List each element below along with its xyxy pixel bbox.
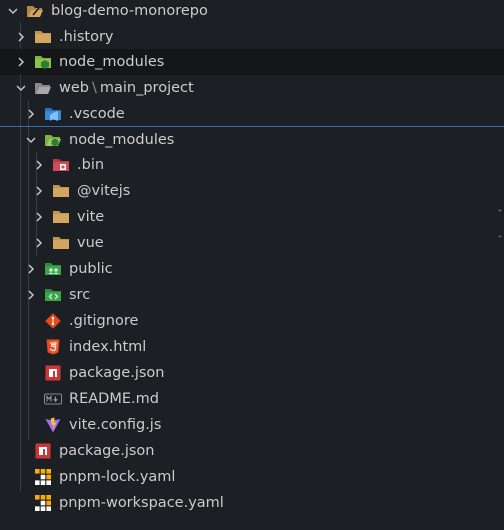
chevron-down-icon[interactable] [24,133,38,147]
chevron-right-icon[interactable] [14,55,28,69]
chevron-right-icon[interactable] [32,236,46,250]
folder-icon [34,28,52,46]
tree-item-package-json-web[interactable]: package.json [0,360,504,386]
tree-item-vscode[interactable]: .vscode [0,101,504,127]
tree-item-label: blog-demo-monorepo [51,3,208,19]
folder-icon [52,234,70,252]
tree-item-bin[interactable]: .bin [0,152,504,178]
pnpm-icon [34,494,52,512]
scroll-marker: ˇ [497,208,503,221]
tree-item-label: package.json [59,443,155,459]
tree-item-index-html[interactable]: index.html [0,334,504,360]
chevron-right-icon[interactable] [24,262,38,276]
tree-item-label: node_modules [59,54,165,70]
html5-icon [44,338,62,356]
tree-item-label: pnpm-lock.yaml [59,469,176,485]
chevron-right-icon[interactable] [32,158,46,172]
tree-root-blog-demo-monorepo[interactable]: blog-demo-monorepo [0,0,504,24]
chevron-down-icon[interactable] [6,4,20,18]
tree-item-vue[interactable]: vue [0,230,504,256]
bin-folder-icon [52,156,70,174]
vscode-folder-icon [44,105,62,123]
tree-item-public[interactable]: public [0,256,504,282]
vite-icon [44,416,62,434]
folder-open-icon [34,79,52,97]
tree-item-vite[interactable]: vite [0,204,504,230]
git-icon [44,312,62,330]
tree-item-label: src [69,287,91,303]
chevron-right-icon[interactable] [24,107,38,121]
npm-icon [34,442,52,460]
tree-item-label: vite.config.js [69,417,162,433]
tree-item-label: web [59,80,89,96]
tree-item-label: vue [77,235,104,251]
tree-item-label: index.html [69,339,147,355]
node-modules-open-icon [44,131,62,149]
tree-item-vite-config[interactable]: vite.config.js [0,412,504,438]
tree-item-package-json-root[interactable]: package.json [0,438,504,464]
chevron-down-icon[interactable] [14,81,28,95]
tree-item-readme[interactable]: README.md [0,386,504,412]
folder-icon [52,182,70,200]
tree-item-gitignore[interactable]: .gitignore [0,308,504,334]
chevron-right-icon[interactable] [14,30,28,44]
tree-item-vitejs[interactable]: @vitejs [0,178,504,204]
tree-item-label: .vscode [69,106,125,122]
chevron-right-icon[interactable] [24,288,38,302]
tree-item-label: package.json [69,365,165,381]
node-modules-folder-icon [34,53,52,71]
pnpm-icon [34,468,52,486]
tree-item-pnpm-lock[interactable]: pnpm-lock.yaml [0,464,504,490]
tree-item-src[interactable]: src [0,282,504,308]
tree-item-label: node_modules [69,131,175,148]
chevron-right-icon[interactable] [32,210,46,224]
tree-item-label: .bin [77,157,105,173]
tree-item-pnpm-workspace[interactable]: pnpm-workspace.yaml [0,490,504,516]
tree-item-label: .gitignore [69,313,139,329]
markdown-icon [44,390,62,408]
folder-open-icon [26,2,44,20]
src-folder-icon [44,286,62,304]
path-separator: \ [91,80,97,96]
npm-icon [44,364,62,382]
tree-item-web-main-project[interactable]: web \ main_project [0,75,504,101]
scroll-marker: ˇ [497,234,503,247]
tree-item-label: README.md [69,391,159,407]
tree-item-label: pnpm-workspace.yaml [59,495,224,511]
tree-item-label: vite [77,209,105,225]
tree-item-node-modules[interactable]: node_modules [0,49,504,75]
tree-item-label: .history [59,29,114,45]
file-explorer: blog-demo-monorepo .history node_modules… [0,0,504,530]
tree-item-label: public [69,261,113,277]
chevron-right-icon[interactable] [32,184,46,198]
tree-item-label-compact: main_project [99,80,194,96]
public-folder-icon [44,260,62,278]
tree-item-node-modules-web[interactable]: node_modules [0,126,504,152]
tree-item-history[interactable]: .history [0,24,504,50]
tree-item-label: @vitejs [77,183,131,199]
folder-icon [52,208,70,226]
